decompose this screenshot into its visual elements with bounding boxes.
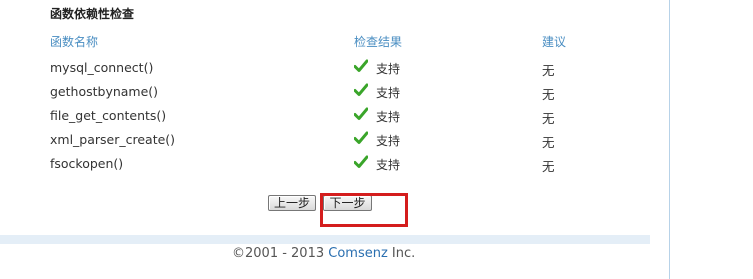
table-row: fsockopen() 支持 无 [0, 152, 660, 176]
check-result: 支持 [354, 83, 401, 101]
install-page: 函数依赖性检查 函数名称 检查结果 建议 mysql_connect() 支持 … [0, 0, 753, 279]
advice-text: 无 [542, 63, 555, 78]
check-result: 支持 [354, 107, 401, 125]
result-label: 支持 [376, 62, 401, 76]
advice-text: 无 [542, 159, 555, 174]
footer-brand: Comsenz [328, 246, 388, 261]
check-result: 支持 [354, 131, 401, 149]
content-panel: 函数依赖性检查 函数名称 检查结果 建议 mysql_connect() 支持 … [0, 0, 670, 279]
table-row: mysql_connect() 支持 无 [0, 56, 660, 80]
result-label: 支持 [376, 158, 401, 172]
column-header-result: 检查结果 [354, 35, 403, 49]
footer-prefix: ©2001 - 2013 [232, 246, 329, 261]
column-header-advice: 建议 [542, 35, 567, 49]
section-title: 函数依赖性检查 [50, 7, 135, 21]
check-result: 支持 [354, 59, 401, 77]
function-name: mysql_connect() [50, 60, 154, 75]
table-row: gethostbyname() 支持 无 [0, 80, 660, 104]
footer-suffix: Inc. [387, 246, 416, 261]
footer-divider [0, 235, 650, 244]
table-row: xml_parser_create() 支持 无 [0, 128, 660, 152]
advice-text: 无 [542, 111, 555, 126]
check-result: 支持 [354, 155, 401, 173]
function-name: xml_parser_create() [50, 132, 176, 147]
footer-copyright: ©2001 - 2013 Comsenz Inc. [232, 246, 415, 261]
check-icon [354, 107, 368, 120]
prev-step-button[interactable]: 上一步 [268, 195, 316, 211]
table-row: file_get_contents() 支持 无 [0, 104, 660, 128]
check-icon [354, 131, 368, 144]
check-icon [354, 83, 368, 96]
result-label: 支持 [376, 134, 401, 148]
highlight-annotation [320, 193, 408, 227]
result-label: 支持 [376, 110, 401, 124]
advice-text: 无 [542, 87, 555, 102]
check-icon [354, 155, 368, 168]
column-header-name: 函数名称 [50, 35, 99, 49]
advice-text: 无 [542, 135, 555, 150]
function-name: file_get_contents() [50, 108, 167, 123]
function-name: gethostbyname() [50, 84, 159, 99]
result-label: 支持 [376, 86, 401, 100]
check-icon [354, 59, 368, 72]
function-name: fsockopen() [50, 156, 124, 171]
